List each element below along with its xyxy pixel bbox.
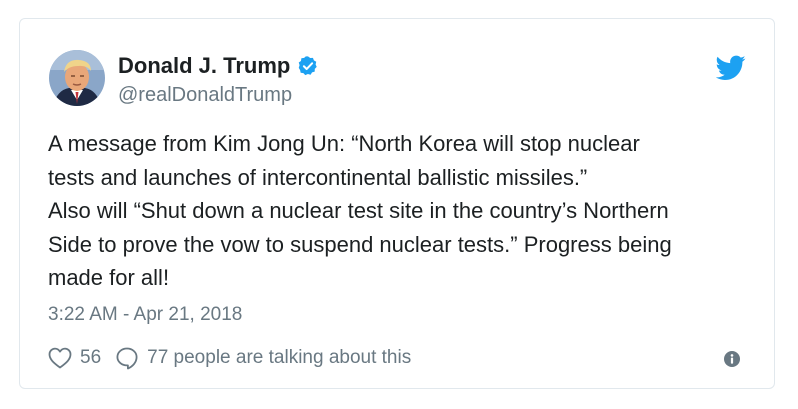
info-icon[interactable] [724,351,740,367]
avatar[interactable] [49,50,105,106]
twitter-bird-icon[interactable] [715,55,746,81]
author-name-row: Donald J. Trump [118,52,319,80]
tweet-actions: 56 77 people are talking about this [48,345,411,371]
heart-icon[interactable] [48,347,72,369]
author-name[interactable]: Donald J. Trump [118,52,290,80]
talking-about-link[interactable]: 77 people are talking about this [147,347,411,369]
tweet-card: Donald J. Trump @realDonaldTrump A messa… [19,18,775,389]
author-handle[interactable]: @realDonaldTrump [118,82,292,108]
verified-badge-icon [297,55,319,77]
tweet-text: A message from Kim Jong Un: “North Korea… [48,131,672,290]
tweet-timestamp[interactable]: 3:22 AM - Apr 21, 2018 [48,302,242,328]
like-count[interactable]: 56 [80,347,101,369]
avatar-image [49,50,105,106]
reply-bubble-icon[interactable] [115,346,139,370]
